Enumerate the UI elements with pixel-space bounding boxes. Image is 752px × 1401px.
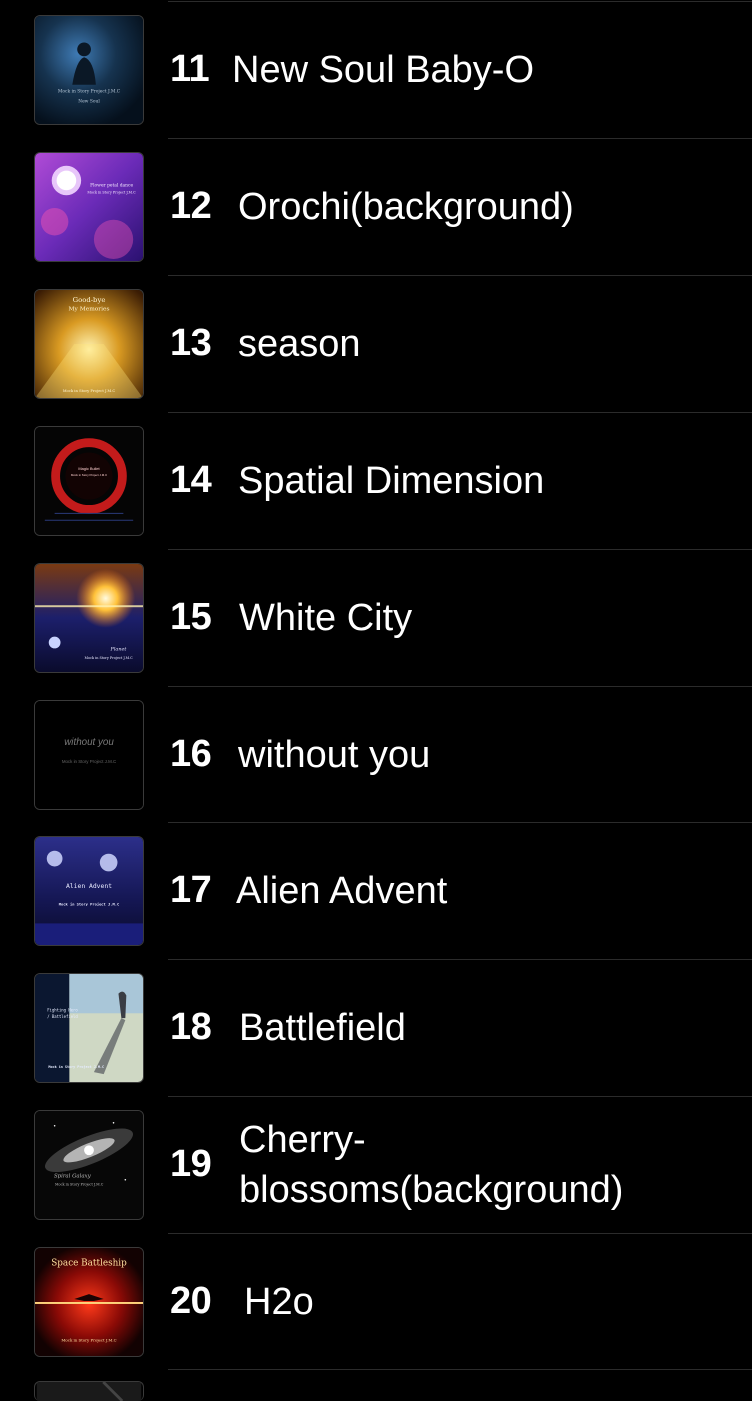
track-number: 15: [170, 596, 212, 638]
album-art-text: Mock in Story Project J.M.C: [58, 90, 121, 95]
track-title: Spatial Dimension: [238, 459, 545, 502]
album-art-text: / Battlefield: [47, 1014, 78, 1019]
track-number: 19: [170, 1143, 212, 1185]
track-row[interactable]: Magic Bullet Mock in Story Project J.M.C…: [0, 412, 752, 549]
album-art-text: New Soul: [78, 99, 100, 104]
album-art-text: Spiral Galaxy: [54, 1174, 92, 1180]
track-row[interactable]: Planet Mock in Story Project J.M.C 15 Wh…: [0, 549, 752, 686]
track-title: Orochi(background): [238, 185, 574, 228]
album-art-text: Mock in Story Project J.M.C: [62, 759, 117, 764]
album-art: Planet Mock in Story Project J.M.C: [34, 563, 144, 673]
album-art-text: Mock in Story Project J.M.C: [84, 656, 133, 660]
album-art-text: Alien Advent: [66, 882, 112, 890]
album-art-text: Mock in Story Project J.M.C: [59, 903, 119, 907]
track-number: 13: [170, 322, 212, 364]
track-title: White City: [239, 596, 413, 639]
track-number: 14: [170, 459, 212, 501]
album-art: Flower petal dance Mock in Story Project…: [34, 152, 144, 262]
track-title: New Soul Baby-O: [232, 48, 535, 91]
track-row[interactable]: Spiral Galaxy Mock in Story Project J.M.…: [0, 1096, 752, 1233]
track-row[interactable]: Good-bye My Memories Mock in Story Proje…: [0, 275, 752, 412]
album-art-text: Mock in Story Project J.M.C: [63, 389, 116, 393]
track-number: 17: [170, 869, 212, 911]
album-art-text: Planet: [110, 646, 127, 652]
album-art: Space Battleship Mock in Story Project J…: [34, 1247, 144, 1357]
album-art-text: Mock in Story Project J.M.C: [71, 473, 108, 477]
track-row[interactable]: Space Battleship Mock in Story Project J…: [0, 1233, 752, 1370]
album-art: Magic Bullet Mock in Story Project J.M.C: [34, 426, 144, 536]
album-art: Mock in Story Project J.M.C New Soul: [34, 15, 144, 125]
album-art: Alien Advent Mock in Story Project J.M.C: [34, 836, 144, 946]
track-title: H2o: [244, 1280, 314, 1323]
track-title: Alien Advent: [236, 869, 448, 912]
album-art-text: Mock in Story Project J.M.C: [48, 1065, 104, 1069]
track-title: without you: [238, 733, 431, 776]
album-art-text: My Memories: [69, 307, 110, 313]
album-art: Fighting Hero / Battlefield Mock in Stor…: [34, 973, 144, 1083]
track-row[interactable]: Mock in Story Project J.M.C New Soul 11 …: [0, 1, 752, 138]
track-number: 12: [170, 185, 212, 227]
album-art: without you Mock in Story Project J.M.C: [34, 700, 144, 810]
track-row[interactable]: Fighting Hero / Battlefield Mock in Stor…: [0, 959, 752, 1096]
track-title: Cherry-blossoms(background): [239, 1118, 624, 1211]
album-art-text: Mock in Story Project J.M.C: [61, 1337, 116, 1342]
track-row[interactable]: Flower petal dance Mock in Story Project…: [0, 138, 752, 275]
track-number: 16: [170, 733, 212, 775]
album-art-text: Mock in Story Project J.M.C: [55, 1183, 104, 1187]
track-row[interactable]: Alien Advent Mock in Story Project J.M.C…: [0, 822, 752, 959]
album-art-text: Magic Bullet: [78, 466, 100, 471]
album-art-text: Mock in Story Project J.M.C: [87, 190, 136, 194]
album-art-text: Flower petal dance: [90, 183, 133, 188]
track-number: 20: [170, 1280, 212, 1322]
track-number: 18: [170, 1006, 212, 1048]
track-row[interactable]: without you Mock in Story Project J.M.C …: [0, 686, 752, 823]
album-art: [34, 1381, 144, 1401]
row-divider: [168, 1369, 752, 1370]
album-art: Good-bye My Memories Mock in Story Proje…: [34, 289, 144, 399]
album-art-text: Fighting Hero: [47, 1007, 78, 1012]
track-title: Battlefield: [239, 1006, 406, 1049]
track-row[interactable]: [0, 1369, 752, 1401]
album-art: Spiral Galaxy Mock in Story Project J.M.…: [34, 1110, 144, 1220]
track-number: 11: [170, 48, 210, 90]
album-art-text: without you: [64, 737, 114, 748]
album-art-text: Good-bye: [73, 296, 106, 304]
track-title: season: [238, 322, 361, 365]
album-art-text: Space Battleship: [51, 1259, 127, 1269]
